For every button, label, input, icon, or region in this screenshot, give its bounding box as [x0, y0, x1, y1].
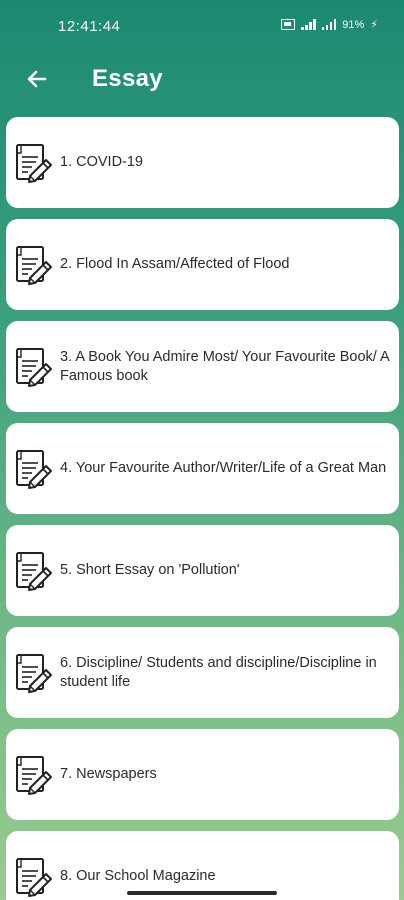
battery-text: 91% [342, 18, 365, 31]
essay-item[interactable]: 6. Discipline/ Students and discipline/D… [6, 627, 399, 718]
home-indicator[interactable] [127, 891, 277, 895]
signal-icon-2 [321, 19, 337, 30]
document-pen-icon [12, 753, 56, 797]
document-pen-icon [12, 549, 56, 593]
essay-item-label: 1. COVID-19 [60, 154, 143, 170]
essay-item-label: 4. Your Favourite Author/Writer/Life of … [60, 460, 387, 476]
essay-item-label: 7. Newspapers [60, 766, 157, 782]
essay-item[interactable]: 2. Flood In Assam/Affected of Flood [6, 219, 399, 310]
essay-item[interactable]: 3. A Book You Admire Most/ Your Favourit… [6, 321, 399, 412]
status-icons: 91% ⚡ [281, 18, 378, 31]
arrow-left-icon [27, 70, 47, 88]
data-saver-icon [281, 19, 296, 30]
status-bar: 12:41:44 91% ⚡ [0, 0, 404, 52]
document-pen-icon [12, 855, 56, 899]
signal-icon-1 [301, 19, 316, 30]
page-title: Essay [92, 65, 163, 92]
essay-item[interactable]: 5. Short Essay on 'Pollution' [6, 525, 399, 616]
document-pen-icon [12, 141, 56, 185]
essay-item[interactable]: 4. Your Favourite Author/Writer/Life of … [6, 423, 399, 514]
essay-item-label: 6. Discipline/ Students and discipline/D… [60, 654, 377, 690]
essay-item[interactable]: 7. Newspapers [6, 729, 399, 820]
charging-icon: ⚡ [370, 19, 378, 31]
status-time: 12:41:44 [58, 18, 121, 35]
essay-item[interactable]: 1. COVID-19 [6, 117, 399, 208]
document-pen-icon [12, 345, 56, 389]
document-pen-icon [12, 447, 56, 491]
essay-item[interactable]: 8. Our School Magazine [6, 831, 399, 900]
document-pen-icon [12, 651, 56, 695]
document-pen-icon [12, 243, 56, 287]
essay-item-label: 8. Our School Magazine [60, 868, 216, 884]
essay-item-label: 3. A Book You Admire Most/ Your Favourit… [60, 348, 389, 384]
app-bar: Essay [0, 52, 404, 108]
essay-item-label: 2. Flood In Assam/Affected of Flood [60, 256, 290, 272]
essay-item-label: 5. Short Essay on 'Pollution' [60, 562, 240, 578]
back-button[interactable] [20, 62, 54, 96]
